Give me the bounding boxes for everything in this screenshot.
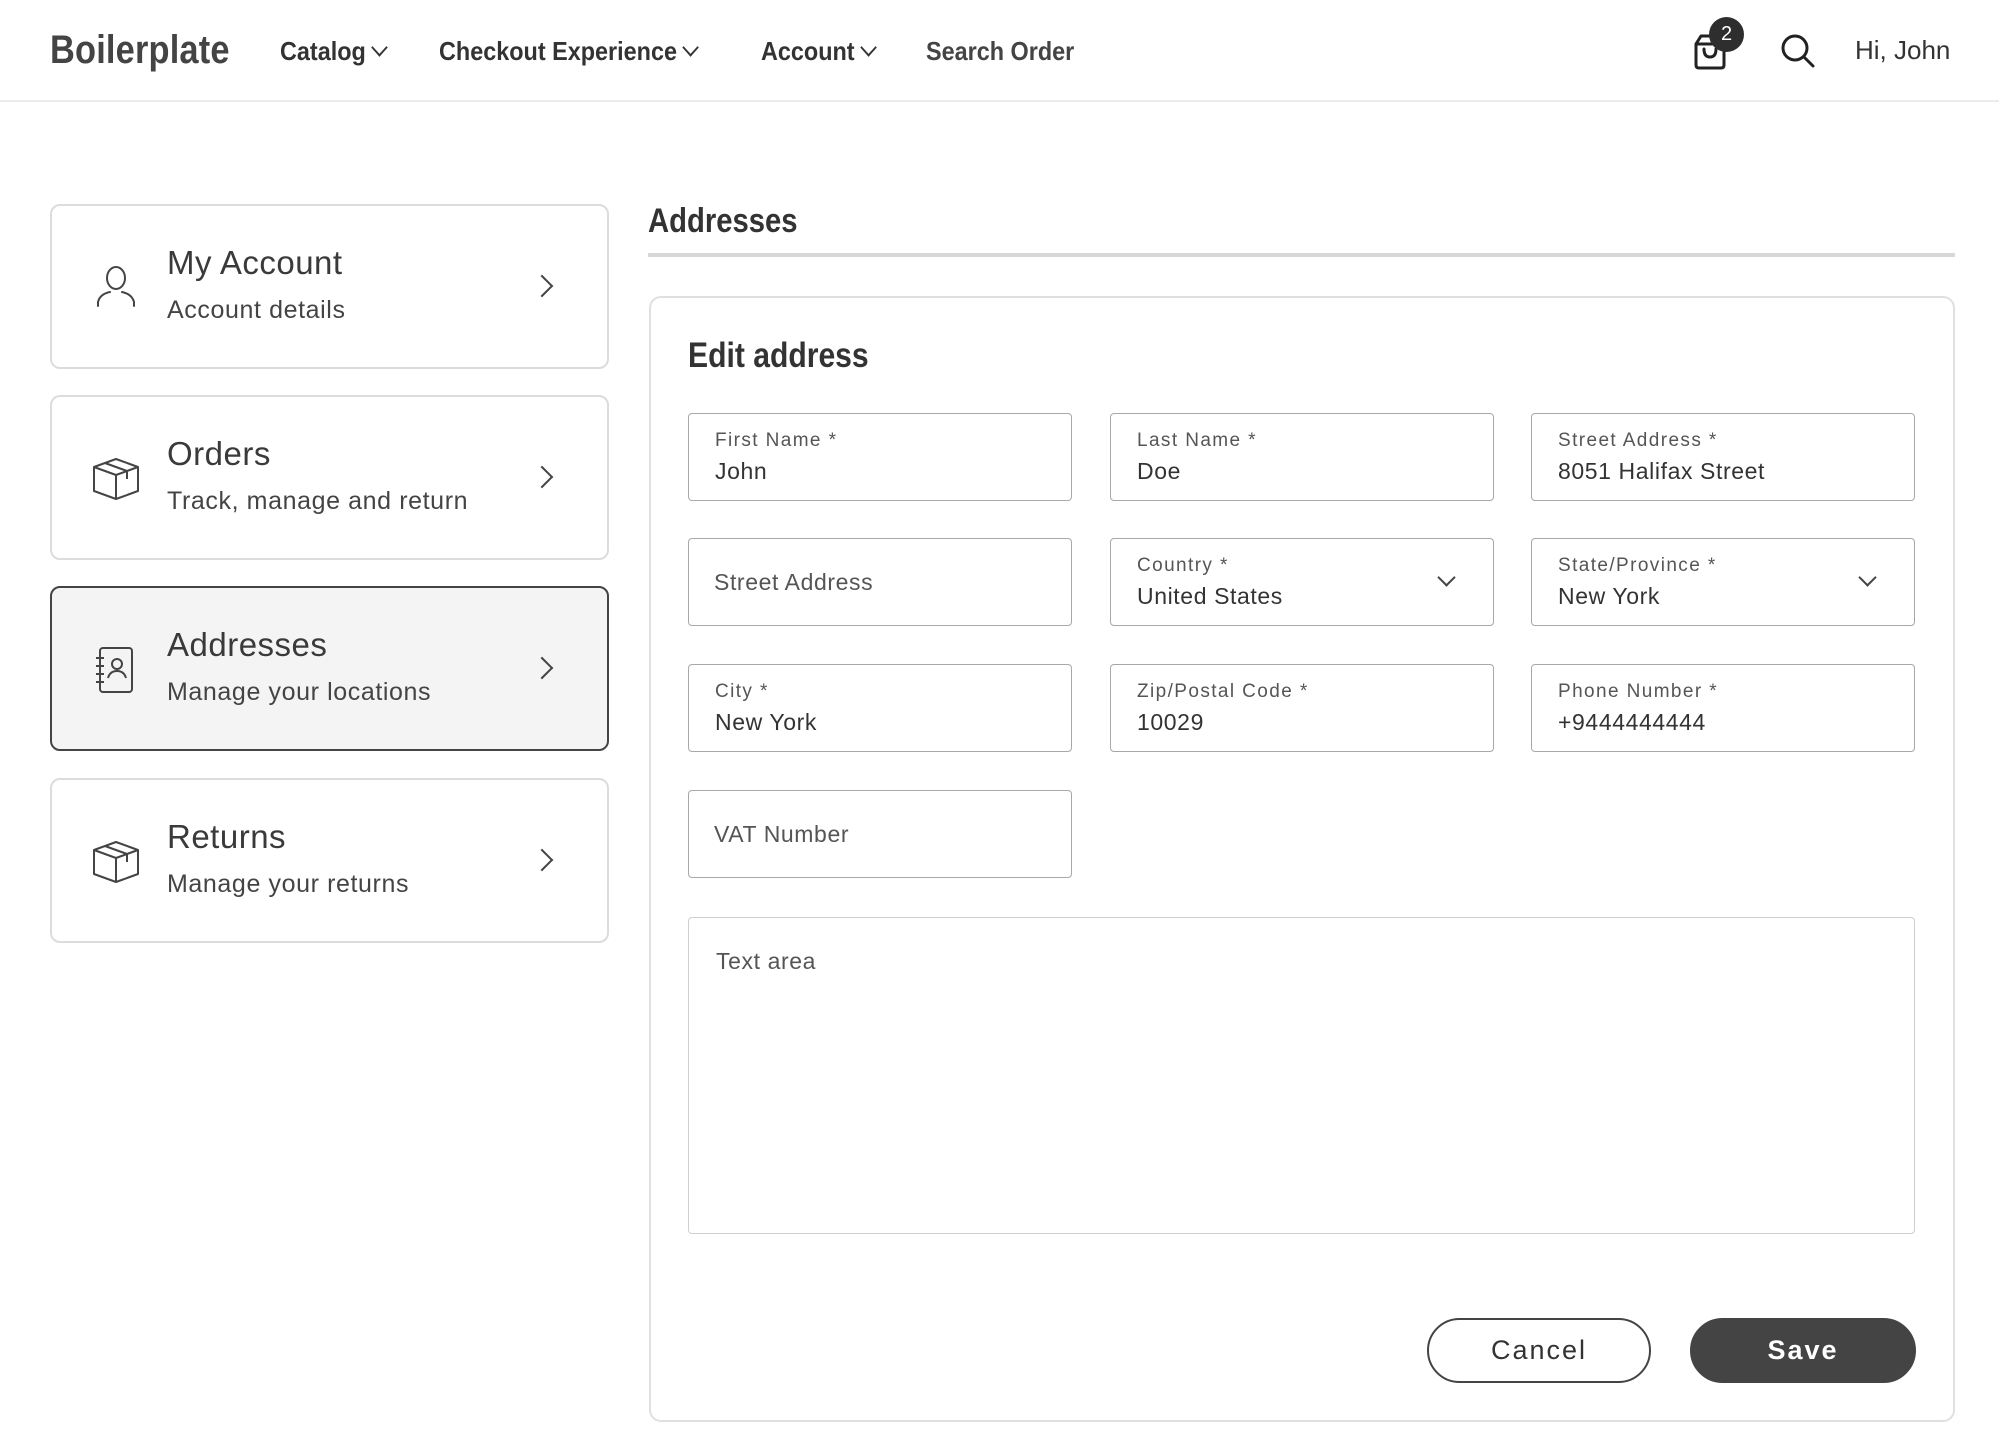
chevron-down-icon [682,37,700,57]
search-icon[interactable] [1780,33,1816,69]
nav-checkout-experience[interactable]: Checkout Experience [439,34,700,68]
title-divider [648,253,1955,257]
nav-search-order[interactable]: Search Order [926,34,1074,68]
field-value: Doe [1137,458,1181,484]
chevron-down-icon [860,37,877,57]
zip-code-field[interactable]: Zip/Postal Code * 10029 [1110,664,1494,752]
top-header: Boilerplate Catalog Checkout Experience … [0,0,1999,102]
chevron-down-icon [371,37,389,57]
chevron-right-icon [530,274,554,298]
notes-textarea[interactable]: Text area [688,917,1915,1234]
field-value: New York [1558,583,1660,609]
sidebar-item-returns[interactable]: Returns Manage your returns [50,778,609,943]
nav-account-label: Account [761,35,855,66]
user-icon [97,266,135,307]
first-name-field[interactable]: First Name * John [688,413,1072,501]
field-label: First Name * [715,430,838,451]
country-select[interactable]: Country * United States [1110,538,1494,626]
field-value: John [715,458,768,484]
sidebar-item-subtitle: Account details [167,296,346,324]
field-value: 8051 Halifax Street [1558,458,1766,484]
field-value: 10029 [1137,709,1204,735]
field-value: New York [715,709,817,735]
chevron-right-icon [530,656,554,680]
cancel-button[interactable]: Cancel [1427,1318,1651,1383]
last-name-field[interactable]: Last Name * Doe [1110,413,1494,501]
chevron-down-icon [1437,568,1456,587]
street-address-2-field[interactable]: Street Address [688,538,1072,626]
box-icon [93,458,139,500]
field-label: City * [715,681,769,702]
sidebar-item-subtitle: Track, manage and return [167,487,469,515]
logo[interactable]: Boilerplate [50,28,230,73]
nav-account[interactable]: Account [761,34,877,68]
sidebar-item-orders[interactable]: Orders Track, manage and return [50,395,609,560]
textarea-placeholder: Text area [716,948,817,974]
save-button[interactable]: Save [1690,1318,1916,1383]
sidebar-item-addresses[interactable]: Addresses Manage your locations [50,586,609,751]
sidebar-item-title: Orders [167,435,271,472]
nav-checkout-label: Checkout Experience [439,35,677,66]
sidebar-item-subtitle: Manage your returns [167,870,410,898]
sidebar-item-title: My Account [167,244,343,281]
street-address-field[interactable]: Street Address * 8051 Halifax Street [1531,413,1915,501]
box-icon [93,841,139,883]
cart-count-badge: 2 [1709,17,1744,52]
state-province-select[interactable]: State/Province * New York [1531,538,1915,626]
field-placeholder: VAT Number [714,821,850,847]
city-field[interactable]: City * New York [688,664,1072,752]
sidebar-item-title: Addresses [167,626,328,663]
vat-number-field[interactable]: VAT Number [688,790,1072,878]
field-value: +9444444444 [1558,709,1706,735]
page-title: Addresses [648,202,798,240]
address-book-icon [96,647,133,693]
field-label: Country * [1137,555,1229,576]
nav-catalog[interactable]: Catalog [280,34,389,68]
sidebar-item-title: Returns [167,818,287,855]
field-label: Phone Number * [1558,681,1719,702]
form-title: Edit address [688,336,869,375]
field-label: Zip/Postal Code * [1137,681,1309,702]
user-greeting[interactable]: Hi, John [1855,35,1950,66]
field-label: Street Address * [1558,430,1718,451]
phone-number-field[interactable]: Phone Number * +9444444444 [1531,664,1915,752]
field-label: Last Name * [1137,430,1257,451]
field-label: State/Province * [1558,555,1717,576]
field-placeholder: Street Address [714,569,874,595]
chevron-right-icon [530,848,554,872]
field-value: United States [1137,583,1283,609]
chevron-right-icon [530,465,554,489]
nav-catalog-label: Catalog [280,35,366,66]
nav-search-order-label: Search Order [926,35,1075,66]
sidebar-item-my-account[interactable]: My Account Account details [50,204,609,369]
chevron-down-icon [1858,568,1877,587]
sidebar-item-subtitle: Manage your locations [167,678,432,706]
